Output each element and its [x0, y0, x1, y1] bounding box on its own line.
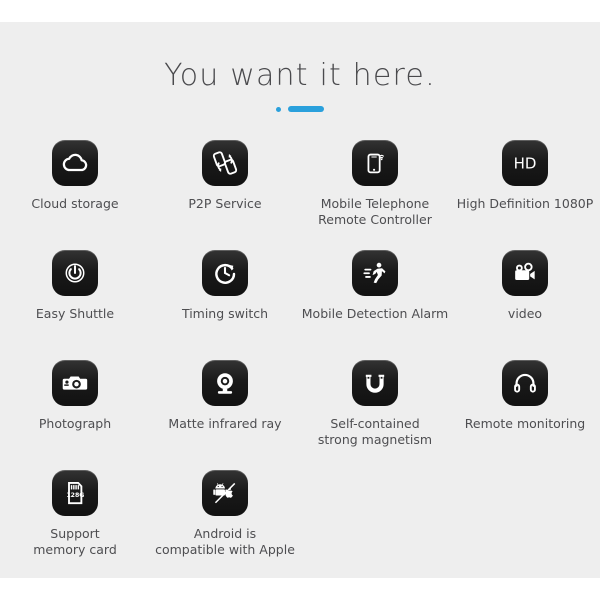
feature-label: video: [507, 306, 543, 321]
feature-item-photograph[interactable]: Photograph: [0, 360, 150, 470]
feature-row: Photograph Matte infrared ray Self-conta…: [0, 360, 600, 470]
feature-label: Remote monitoring: [464, 416, 586, 431]
feature-item-memory-card[interactable]: 128G Support memory card: [0, 470, 150, 580]
feature-item-motion-detection-alarm[interactable]: Mobile Detection Alarm: [300, 250, 450, 360]
feature-item-cloud-storage[interactable]: Cloud storage: [0, 140, 150, 250]
running-person-icon: [352, 250, 398, 296]
cloud-icon: [52, 140, 98, 186]
feature-label: Mobile Detection Alarm: [301, 306, 449, 321]
feature-item-easy-shuttle[interactable]: Easy Shuttle: [0, 250, 150, 360]
feature-row: 128G Support memory card Android is comp…: [0, 470, 600, 580]
title-divider: [0, 106, 600, 112]
feature-label: Photograph: [38, 416, 112, 431]
feature-item-high-definition[interactable]: HD High Definition 1080P: [450, 140, 600, 250]
feature-item-remote-monitoring[interactable]: Remote monitoring: [450, 360, 600, 470]
divider-dot: [276, 106, 281, 112]
feature-item-timing-switch[interactable]: Timing switch: [150, 250, 300, 360]
webcam-dome-icon: [202, 360, 248, 406]
svg-text:HD: HD: [514, 155, 537, 173]
feature-label: Android is compatible with Apple: [155, 526, 295, 557]
feature-item-android-apple-compatible[interactable]: Android is compatible with Apple: [150, 470, 300, 580]
divider-bar: [288, 106, 324, 112]
magnet-icon: [352, 360, 398, 406]
feature-label: Mobile Telephone Remote Controller: [318, 196, 432, 227]
feature-showcase-page: You want it here. Cloud storage P2P Serv…: [0, 0, 600, 600]
feature-label: Timing switch: [181, 306, 269, 321]
memory-card-capacity-text: 128G: [66, 492, 84, 499]
feature-label: Self-contained strong magnetism: [317, 416, 433, 447]
android-apple-icon: [202, 470, 248, 516]
feature-row: Easy Shuttle Timing switch Mobile Detect…: [0, 250, 600, 360]
video-camera-icon: [502, 250, 548, 296]
feature-label: Easy Shuttle: [35, 306, 115, 321]
power-button-icon: [52, 250, 98, 296]
photo-camera-icon: [52, 360, 98, 406]
feature-item-p2p-service[interactable]: P2P Service: [150, 140, 300, 250]
feature-item-mobile-remote-controller[interactable]: Mobile Telephone Remote Controller: [300, 140, 450, 250]
feature-item-strong-magnetism[interactable]: Self-contained strong magnetism: [300, 360, 450, 470]
feature-item-matte-infrared-ray[interactable]: Matte infrared ray: [150, 360, 300, 470]
memory-card-icon: 128G: [52, 470, 98, 516]
page-title: You want it here.: [164, 58, 436, 93]
feature-label: Cloud storage: [31, 196, 119, 211]
feature-label: High Definition 1080P: [456, 196, 594, 211]
hd-badge-icon: HD: [502, 140, 548, 186]
p2p-sync-phones-icon: [202, 140, 248, 186]
feature-row: Cloud storage P2P Service Mobile Telepho…: [0, 140, 600, 250]
feature-label: Matte infrared ray: [168, 416, 282, 431]
clock-timer-icon: [202, 250, 248, 296]
mobile-phone-signal-icon: [352, 140, 398, 186]
feature-label: Support memory card: [33, 526, 117, 557]
content-panel: You want it here. Cloud storage P2P Serv…: [0, 22, 600, 578]
feature-label: P2P Service: [188, 196, 262, 211]
headphones-icon: [502, 360, 548, 406]
feature-grid: Cloud storage P2P Service Mobile Telepho…: [0, 140, 600, 580]
feature-item-video[interactable]: video: [450, 250, 600, 360]
